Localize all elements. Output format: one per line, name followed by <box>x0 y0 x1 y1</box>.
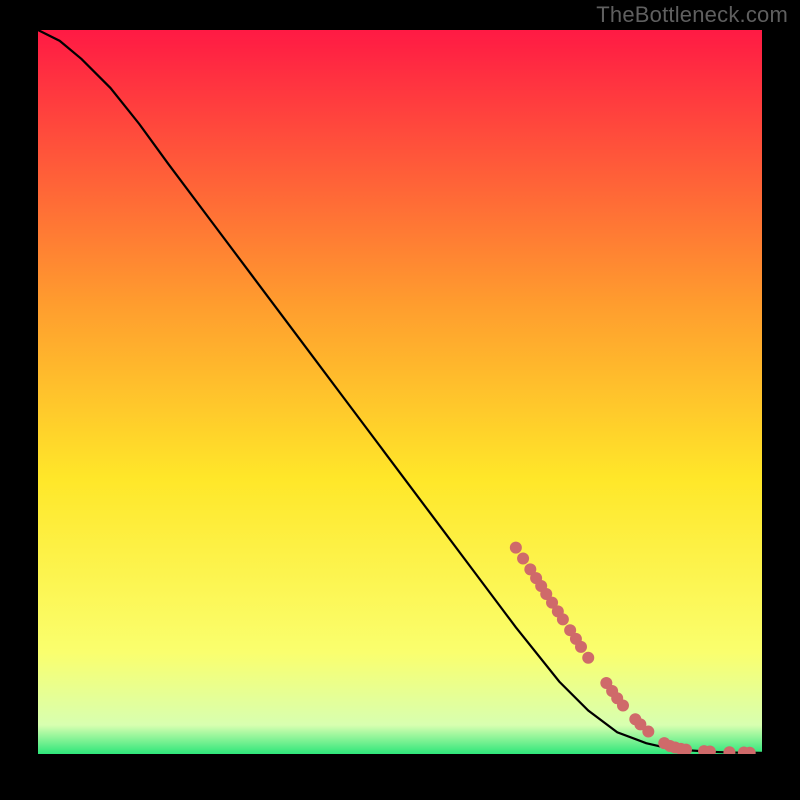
data-marker <box>582 652 594 664</box>
chart-frame: TheBottleneck.com <box>0 0 800 800</box>
chart-svg <box>38 30 762 754</box>
watermark-text: TheBottleneck.com <box>596 2 788 28</box>
plot-area <box>38 30 762 754</box>
data-marker <box>557 613 569 625</box>
gradient-background <box>38 30 762 754</box>
data-marker <box>642 726 654 738</box>
data-marker <box>575 641 587 653</box>
data-marker <box>517 553 529 565</box>
data-marker <box>510 542 522 554</box>
data-marker <box>617 699 629 711</box>
